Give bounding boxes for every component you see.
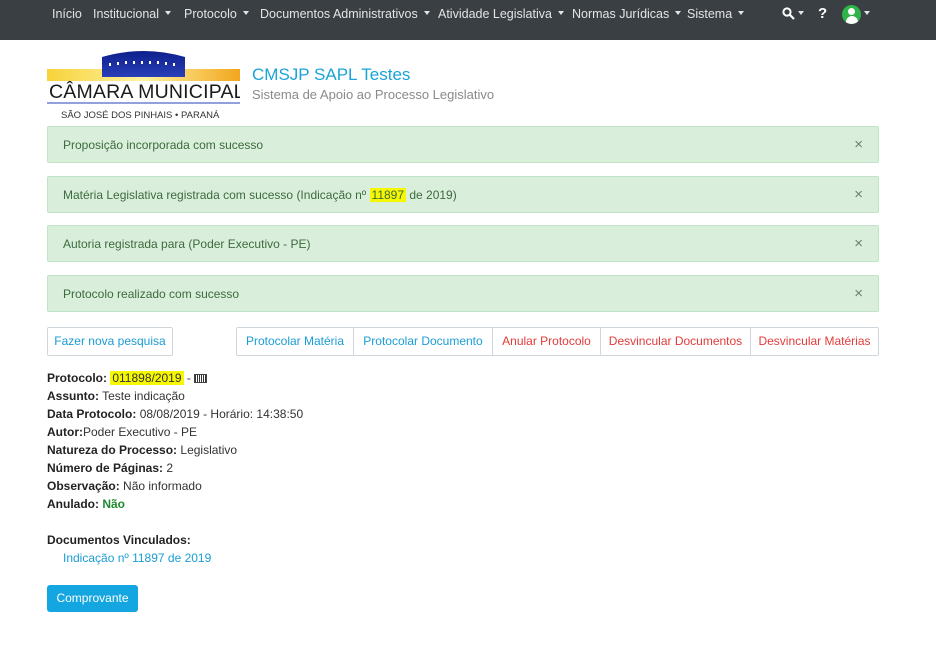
nav-protocolo[interactable]: Protocolo [184, 0, 249, 28]
chevron-down-icon [675, 11, 682, 16]
documentos-vinculados-heading: Documentos Vinculados: [47, 533, 191, 547]
close-icon[interactable]: × [854, 186, 863, 204]
svg-text:SÃO JOSÉ DOS PINHAIS • PARANÁ: SÃO JOSÉ DOS PINHAIS • PARANÁ [61, 110, 220, 121]
alert-text-after: de 2019) [406, 188, 457, 202]
nav-institucional-label: Institucional [93, 7, 160, 21]
alert-message: Protocolo realizado com sucesso [63, 287, 240, 301]
paginas-value: 2 [166, 461, 174, 475]
alert-success: Proposição incorporada com sucesso × [47, 126, 879, 163]
paginas-label: Número de Páginas: [47, 461, 164, 475]
search-dropdown[interactable] [782, 0, 804, 28]
camara-municipal-logo[interactable]: CÂMARA MUNICIPAL SÃO JOSÉ DOS PINHAIS • … [47, 47, 240, 123]
chevron-down-icon [423, 11, 430, 16]
user-icon [842, 5, 861, 24]
chevron-down-icon [557, 11, 564, 16]
assunto-row: Assunto: Teste indicação [47, 389, 185, 403]
anulado-label: Anulado: [47, 497, 99, 511]
nav-inicio[interactable]: Início [52, 0, 82, 28]
nav-protocolo-label: Protocolo [184, 7, 237, 21]
protocolo-separator: - [186, 371, 191, 385]
observacao-row: Observação: Não informado [47, 479, 202, 493]
top-navbar: Início Institucional Protocolo Documento… [0, 0, 936, 40]
natureza-label: Natureza do Processo: [47, 443, 178, 457]
nav-atividade-legislativa-label: Atividade Legislativa [438, 7, 552, 21]
observacao-value: Não informado [123, 479, 202, 493]
comprovante-button[interactable]: Comprovante [47, 585, 138, 612]
alert-message: Proposição incorporada com sucesso [63, 138, 264, 152]
search-icon [782, 7, 795, 21]
nav-sistema-label: Sistema [687, 7, 733, 21]
anulado-row: Anulado: Não [47, 497, 125, 511]
autor-label: Autor: [47, 425, 83, 439]
close-icon[interactable]: × [854, 136, 863, 154]
data-protocolo-row: Data Protocolo: 08/08/2019 - Horário: 14… [47, 407, 303, 421]
desvincular-documentos-button[interactable]: Desvincular Documentos [600, 327, 751, 356]
nav-documentos-administrativos[interactable]: Documentos Administrativos [260, 0, 430, 28]
autor-value: Poder Executivo - PE [83, 425, 198, 439]
site-title[interactable]: CMSJP SAPL Testes [252, 65, 410, 85]
assunto-label: Assunto: [47, 389, 99, 403]
alert-message: Autoria registrada para (Poder Executivo… [63, 237, 311, 251]
linked-document-link[interactable]: Indicação nº 11897 de 2019 [63, 551, 211, 565]
chevron-down-icon [798, 11, 804, 16]
assunto-value: Teste indicação [102, 389, 185, 403]
observacao-label: Observação: [47, 479, 120, 493]
autor-row: Autor:Poder Executivo - PE [47, 425, 197, 439]
protocolo-value: 011898/2019 [110, 371, 184, 385]
highlighted-number: 11897 [369, 188, 407, 202]
new-search-button[interactable]: Fazer nova pesquisa [47, 327, 173, 356]
nav-documentos-administrativos-label: Documentos Administrativos [260, 7, 418, 21]
desvincular-materias-button[interactable]: Desvincular Matérias [750, 327, 879, 356]
protocolo-label: Protocolo: [47, 371, 107, 385]
documentos-vinculados-label: Documentos Vinculados: [47, 533, 191, 547]
close-icon[interactable]: × [854, 285, 863, 303]
nav-institucional[interactable]: Institucional [93, 0, 172, 28]
site-subtitle: Sistema de Apoio ao Processo Legislativo [252, 87, 495, 102]
natureza-row: Natureza do Processo: Legislativo [47, 443, 237, 457]
alert-success: Matéria Legislativa registrada com suces… [47, 176, 879, 213]
anular-protocolo-button[interactable]: Anular Protocolo [492, 327, 601, 356]
chevron-down-icon [738, 11, 745, 16]
svg-text:CÂMARA MUNICIPAL: CÂMARA MUNICIPAL [49, 80, 240, 103]
natureza-value: Legislativo [180, 443, 238, 457]
chevron-down-icon [864, 11, 870, 15]
protocolar-documento-button[interactable]: Protocolar Documento [353, 327, 493, 356]
protocolar-materia-button[interactable]: Protocolar Matéria [236, 327, 354, 356]
protocolo-row: Protocolo: 011898/2019 - [47, 371, 207, 385]
anulado-value: Não [102, 497, 126, 511]
data-protocolo-label: Data Protocolo: [47, 407, 137, 421]
alert-text-before: Matéria Legislativa registrada com suces… [63, 188, 370, 202]
nav-atividade-legislativa[interactable]: Atividade Legislativa [438, 0, 564, 28]
chevron-down-icon [165, 11, 172, 16]
alert-success: Protocolo realizado com sucesso × [47, 275, 879, 312]
alert-success: Autoria registrada para (Poder Executivo… [47, 225, 879, 262]
nav-sistema[interactable]: Sistema [687, 0, 745, 28]
close-icon[interactable]: × [854, 235, 863, 253]
paginas-row: Número de Páginas: 2 [47, 461, 173, 475]
help-icon[interactable]: ? [818, 0, 827, 28]
nav-normas-juridicas[interactable]: Normas Jurídicas [572, 0, 682, 28]
user-menu[interactable] [842, 5, 870, 25]
alert-message: Matéria Legislativa registrada com suces… [63, 188, 457, 202]
data-protocolo-value: 08/08/2019 - Horário: 14:38:50 [139, 407, 304, 421]
chevron-down-icon [242, 11, 249, 16]
nav-normas-juridicas-label: Normas Jurídicas [572, 7, 670, 21]
barcode-icon[interactable] [193, 374, 207, 384]
nav-inicio-label: Início [52, 7, 82, 21]
